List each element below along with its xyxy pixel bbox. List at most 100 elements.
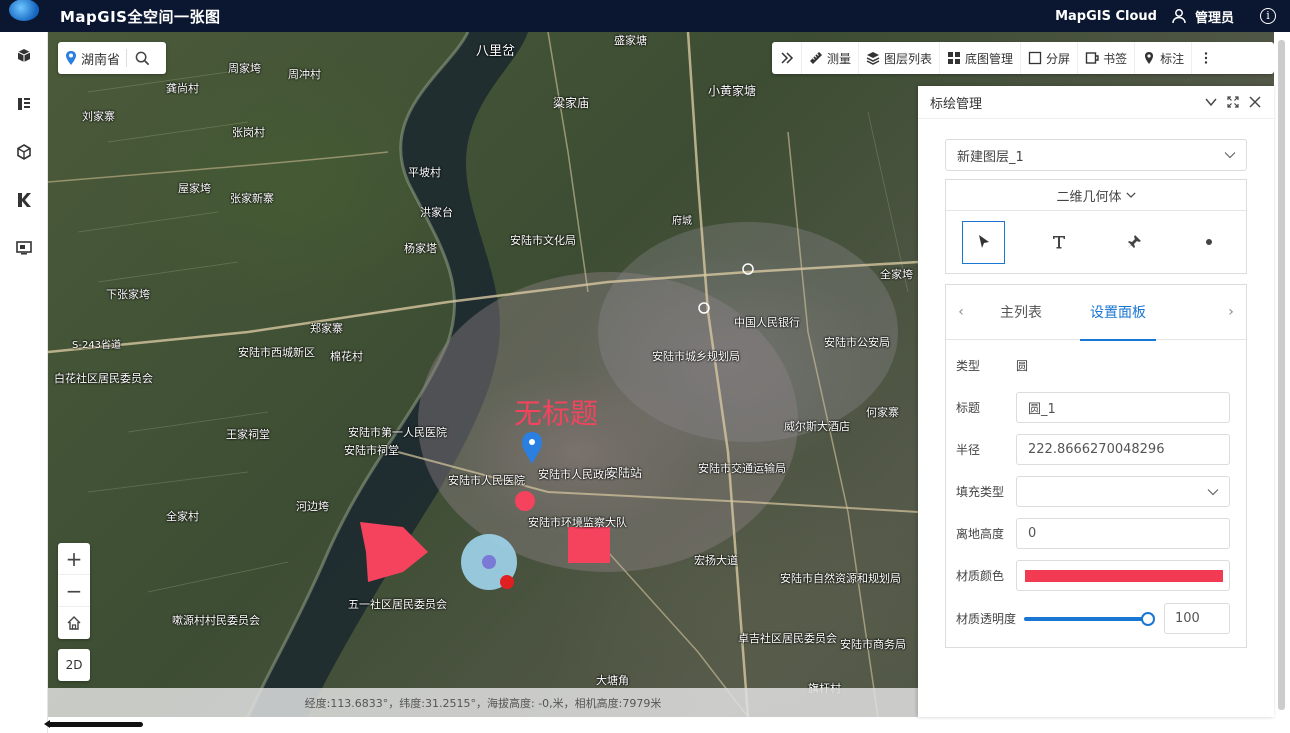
scroll-thumb[interactable] xyxy=(1278,40,1285,710)
title-input[interactable]: 圆_1 xyxy=(1016,392,1230,423)
tab-next-button[interactable]: › xyxy=(1216,304,1246,320)
user-name[interactable]: 管理员 xyxy=(1195,7,1234,26)
region-name[interactable]: 湖南省 xyxy=(81,49,120,68)
chevron-down-icon xyxy=(1207,489,1219,496)
map-place-label: 安陆市第一人民医院 xyxy=(348,426,447,439)
more-menu-button[interactable] xyxy=(1191,42,1220,74)
basemap-label: 底图管理 xyxy=(965,51,1014,66)
slider-handle[interactable] xyxy=(1141,611,1155,626)
fill-type-label: 填充类型 xyxy=(956,485,1005,499)
monitor-icon xyxy=(16,241,32,255)
sidebar-item-k[interactable] xyxy=(0,176,48,224)
circle-center[interactable] xyxy=(482,555,496,569)
home-view-button[interactable] xyxy=(58,607,90,639)
height-input[interactable]: 0 xyxy=(1016,518,1230,549)
close-panel-button[interactable] xyxy=(1244,91,1266,113)
tab-main-list[interactable]: 主列表 xyxy=(976,285,1066,340)
red-point-marker[interactable] xyxy=(515,491,535,511)
user-icon[interactable] xyxy=(1171,8,1187,24)
point-tool[interactable] xyxy=(1171,211,1246,273)
form-row-height: 离地高度 0 xyxy=(956,518,1230,549)
search-button[interactable] xyxy=(131,47,153,69)
opacity-input[interactable]: 100 xyxy=(1164,603,1230,634)
layers-icon xyxy=(866,52,880,65)
geometry-type-dropdown[interactable]: 二维几何体 xyxy=(946,180,1246,211)
slider-track xyxy=(1024,616,1150,621)
fullscreen-panel-button[interactable] xyxy=(1222,91,1244,113)
zoom-in-button[interactable]: + xyxy=(58,543,90,575)
tab-prev-button[interactable]: ‹ xyxy=(946,304,976,320)
zoom-out-button[interactable]: − xyxy=(58,575,90,607)
select-tool[interactable] xyxy=(946,211,1021,273)
annotate-button[interactable]: 标注 xyxy=(1134,42,1191,74)
layer-select[interactable]: 新建图层_1 xyxy=(945,139,1247,171)
map-place-label: 洪家台 xyxy=(420,206,453,219)
panel-title: 标绘管理 xyxy=(930,96,983,112)
zoom-controls: + − xyxy=(58,543,90,639)
polygon-shape[interactable] xyxy=(360,522,428,582)
form-row-opacity: 材质透明度 100 xyxy=(956,603,1230,634)
form-row-title: 标题 圆_1 xyxy=(956,392,1230,423)
layer-select-value: 新建图层_1 xyxy=(957,149,1024,165)
location-pin-icon xyxy=(66,51,76,65)
title-label: 标题 xyxy=(956,401,981,415)
view-mode-2d-button[interactable]: 2D xyxy=(58,649,90,681)
geometry-type-label: 二维几何体 xyxy=(1056,189,1122,205)
map-place-label: 张岗村 xyxy=(232,126,265,139)
panel-header: 标绘管理 xyxy=(918,86,1274,119)
search-icon xyxy=(135,51,149,65)
chevron-down-icon xyxy=(1224,152,1236,159)
region-search[interactable]: 湖南省 xyxy=(58,42,166,74)
rectangle-shape[interactable] xyxy=(568,527,610,563)
header-right: MapGIS Cloud 管理员 i xyxy=(1055,7,1290,26)
map-place-label: 五一社区居民委员会 xyxy=(348,598,447,611)
map-place-label: 安陆市城乡规划局 xyxy=(652,350,740,363)
map-place-label: 平坡村 xyxy=(408,166,441,179)
circle-handle[interactable] xyxy=(500,575,514,589)
map-place-label: 何家寨 xyxy=(866,406,899,419)
vertical-scrollbar[interactable] xyxy=(1274,32,1290,717)
k-layer-icon xyxy=(18,193,31,207)
basemap-button[interactable]: 底图管理 xyxy=(939,42,1020,74)
radius-label: 半径 xyxy=(956,443,981,457)
map-place-label: 大塘角 xyxy=(596,674,629,687)
layer-list-button[interactable]: 图层列表 xyxy=(858,42,939,74)
close-icon xyxy=(1249,96,1261,108)
pin-tool[interactable] xyxy=(1096,211,1171,273)
radius-input[interactable]: 222.8666270048296 xyxy=(1016,434,1230,465)
form-row-fill-type: 填充类型 xyxy=(956,476,1230,507)
map-place-label: 龚尚村 xyxy=(166,82,199,95)
split-screen-button[interactable]: 分屏 xyxy=(1020,42,1077,74)
top-header: MapGIS全空间一张图 MapGIS Cloud 管理员 i xyxy=(0,0,1290,32)
text-tool[interactable] xyxy=(1021,211,1096,273)
type-value: 圆 xyxy=(1016,359,1029,373)
fill-type-select[interactable] xyxy=(1016,476,1230,507)
measure-button[interactable]: 测量 xyxy=(801,42,858,74)
brand-name: MapGIS Cloud xyxy=(1055,8,1157,24)
sidebar-item-monitor[interactable] xyxy=(0,224,48,272)
sidebar-item-3d[interactable] xyxy=(0,128,48,176)
map-place-label: 周家垮 xyxy=(228,62,261,75)
map-place-label: S-243省道 xyxy=(72,340,122,351)
sidebar-item-cube[interactable] xyxy=(0,32,48,80)
list-icon xyxy=(18,98,30,110)
tab-settings-panel[interactable]: 设置面板 xyxy=(1066,285,1170,341)
bookmark-button[interactable]: 书签 xyxy=(1077,42,1134,74)
pin-tool-icon xyxy=(1127,235,1141,248)
color-picker[interactable] xyxy=(1016,560,1230,591)
color-label: 材质颜色 xyxy=(956,569,1005,583)
scroll-thumb[interactable] xyxy=(44,720,143,728)
horizontal-scrollbar[interactable] xyxy=(44,717,1290,733)
collapse-toolbar-button[interactable] xyxy=(778,42,801,74)
ruler-icon xyxy=(810,52,822,64)
map-place-label: 府城 xyxy=(672,216,692,227)
geometry-tools-box: 二维几何体 xyxy=(945,179,1247,274)
coordinate-readout: 经度:113.6833°，纬度:31.2515°，海拔高度: -0,米，相机高度… xyxy=(304,696,662,710)
opacity-slider[interactable] xyxy=(1024,609,1155,629)
map-place-label: 周冲村 xyxy=(288,68,321,81)
info-icon[interactable]: i xyxy=(1260,8,1276,24)
opacity-label: 材质透明度 xyxy=(956,612,1017,626)
collapse-panel-button[interactable] xyxy=(1200,91,1222,113)
sidebar-item-list[interactable] xyxy=(0,80,48,128)
annotation-title-label[interactable]: 无标题 xyxy=(514,392,598,432)
